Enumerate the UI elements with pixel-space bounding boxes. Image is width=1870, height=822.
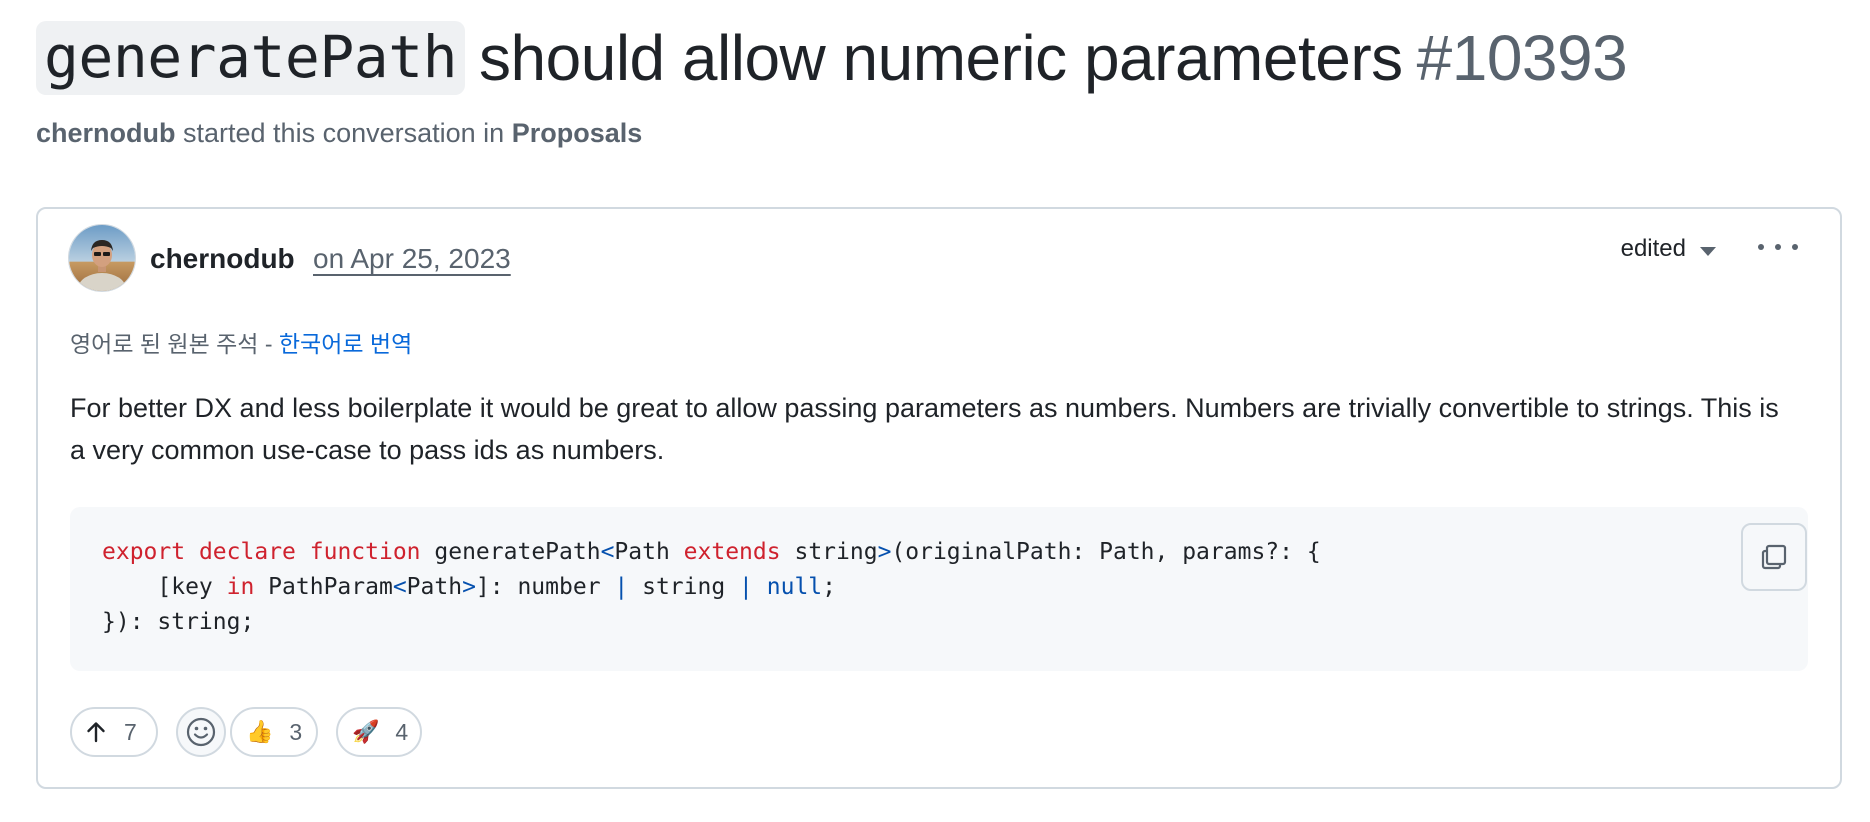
starter-link[interactable]: chernodub: [36, 118, 176, 148]
author-link[interactable]: chernodub: [150, 243, 295, 275]
discussion-meta: chernodub started this conversation in P…: [36, 118, 642, 149]
code-content: export declare function generatePath<Pat…: [102, 539, 1321, 635]
smiley-icon: [186, 717, 216, 747]
thumbs-up-icon: 👍: [246, 719, 274, 744]
translation-prefix: 영어로 된 원본 주석 -: [70, 331, 279, 357]
rocket-icon: 🚀: [352, 719, 380, 744]
upvote-button[interactable]: 7: [70, 707, 158, 757]
reaction-thumbs-up[interactable]: 👍 3: [230, 707, 318, 757]
triangle-down-icon: [1700, 246, 1716, 256]
reaction-rocket[interactable]: 🚀 4: [336, 707, 422, 757]
started-text: started this conversation in: [183, 118, 505, 148]
discussion-page: generatePath should allow numeric parame…: [0, 0, 1870, 822]
code-block: export declare function generatePath<Pat…: [70, 507, 1808, 671]
edit-history-dropdown[interactable]: edited: [1621, 235, 1716, 263]
rocket-count: 4: [395, 718, 409, 745]
edited-label: edited: [1620, 235, 1686, 262]
kebab-horizontal-icon[interactable]: [1758, 237, 1798, 257]
upvote-count: 7: [124, 718, 137, 745]
translation-notice: 영어로 된 원본 주석 - 한국어로 번역: [70, 325, 412, 359]
post-body: For better DX and less boilerplate it wo…: [70, 393, 1779, 465]
discussion-post: chernodub on Apr 25, 2023 edited 영어로 된 원…: [36, 207, 1842, 789]
add-reaction-button[interactable]: [176, 707, 226, 757]
category-link[interactable]: Proposals: [512, 118, 643, 148]
thumbs-up-count: 3: [289, 718, 303, 745]
arrow-up-icon: [87, 722, 105, 743]
translate-link[interactable]: 한국어로 번역: [279, 331, 412, 357]
copy-button[interactable]: [1741, 523, 1807, 591]
post-date-link[interactable]: on Apr 25, 2023: [313, 243, 511, 275]
title-code: generatePath: [36, 21, 466, 95]
discussion-title: generatePath should allow numeric parame…: [36, 18, 1628, 98]
reactions-bar: 7 👍 3 🚀 4: [70, 706, 422, 758]
copy-icon: [1761, 544, 1787, 570]
avatar[interactable]: [68, 224, 136, 292]
title-text: should allow numeric parameters: [479, 22, 1403, 94]
discussion-number: #10393: [1416, 22, 1628, 94]
